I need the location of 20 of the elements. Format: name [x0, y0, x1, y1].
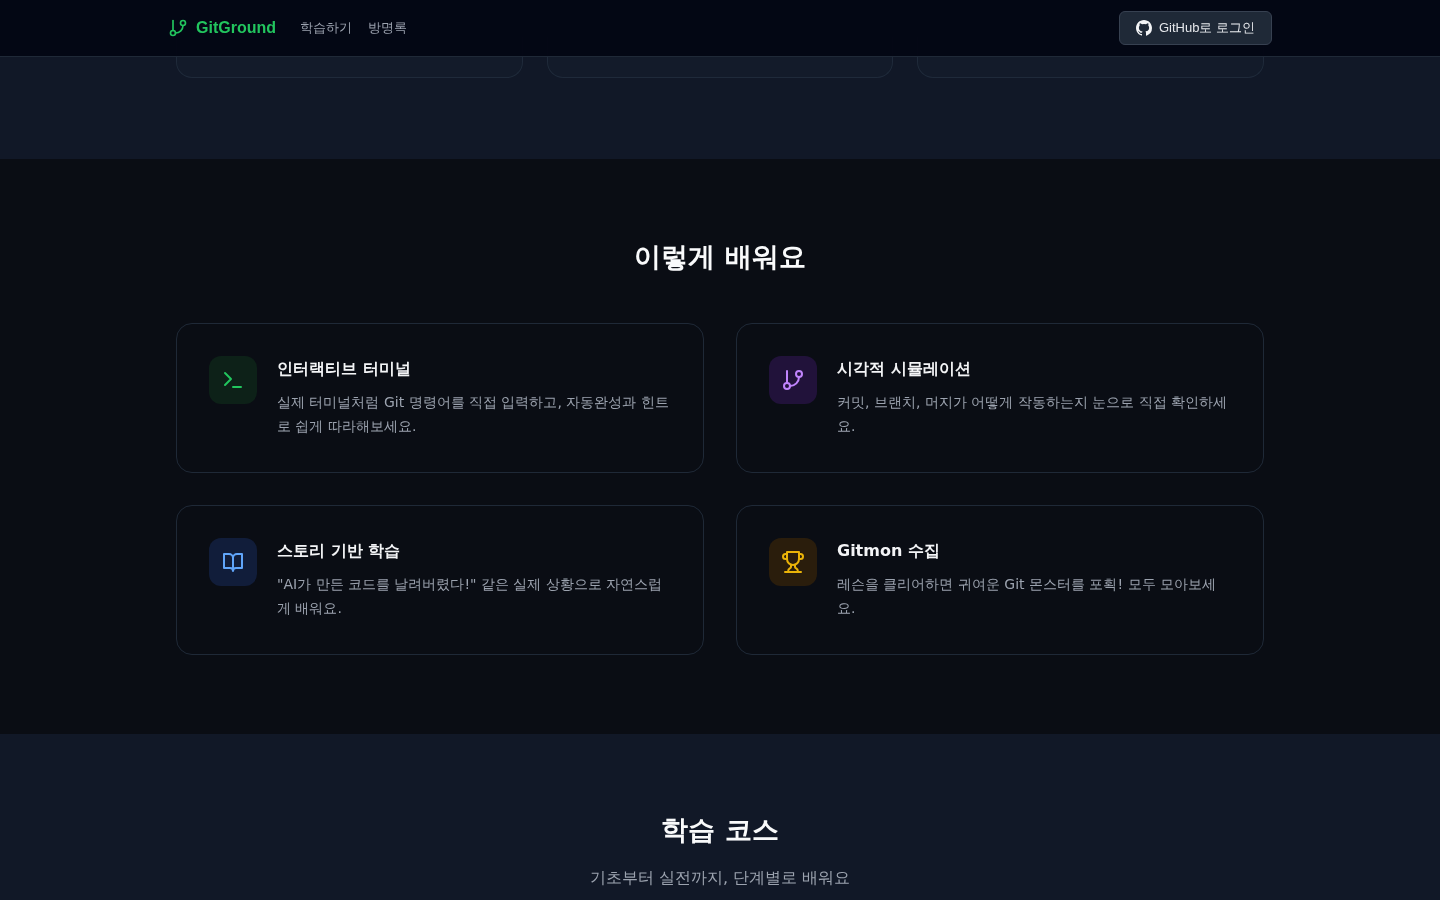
feature-title: 스토리 기반 학습 [277, 540, 402, 562]
section-subtitle: 기초부터 실전까지, 단계별로 배워요 [588, 868, 852, 889]
feature-description: "AI가 만든 코드를 날려버렸다!" 같은 실제 상황으로 자연스럽게 배워요. [277, 575, 664, 618]
feature-title: 인터랙티브 터미널 [277, 358, 412, 380]
book-icon [221, 550, 245, 574]
branch-icon[interactable] [168, 18, 188, 38]
nav-link[interactable]: 학습하기 [300, 19, 352, 37]
trophy-icon [781, 550, 805, 574]
nav-link[interactable]: 방명록 [368, 19, 407, 37]
section-title: 학습 코스 [660, 813, 780, 847]
feature-description: 레슨을 클리어하면 귀여운 Git 몬스터를 포획! 모두 모아보세요. [837, 575, 1217, 618]
github-icon [1135, 20, 1152, 36]
feature-description: 커밋, 브랜치, 머지가 어떻게 작동하는지 눈으로 직접 확인하세요. [837, 393, 1229, 436]
feature-title: 시각적 시뮬레이션 [837, 358, 972, 380]
branch-icon [781, 368, 805, 392]
feature-description: 실제 터미널처럼 Git 명령어를 직접 입력하고, 자동완성과 힌트로 쉽게 따라해보세요. [277, 393, 670, 436]
section-title: 이렇게 배워요 [633, 240, 807, 274]
brand-link[interactable]: GitGround [196, 19, 276, 37]
feature-title: Gitmon 수집 [837, 540, 941, 562]
login-button[interactable]: GitHub로 로그인 [1118, 11, 1272, 45]
